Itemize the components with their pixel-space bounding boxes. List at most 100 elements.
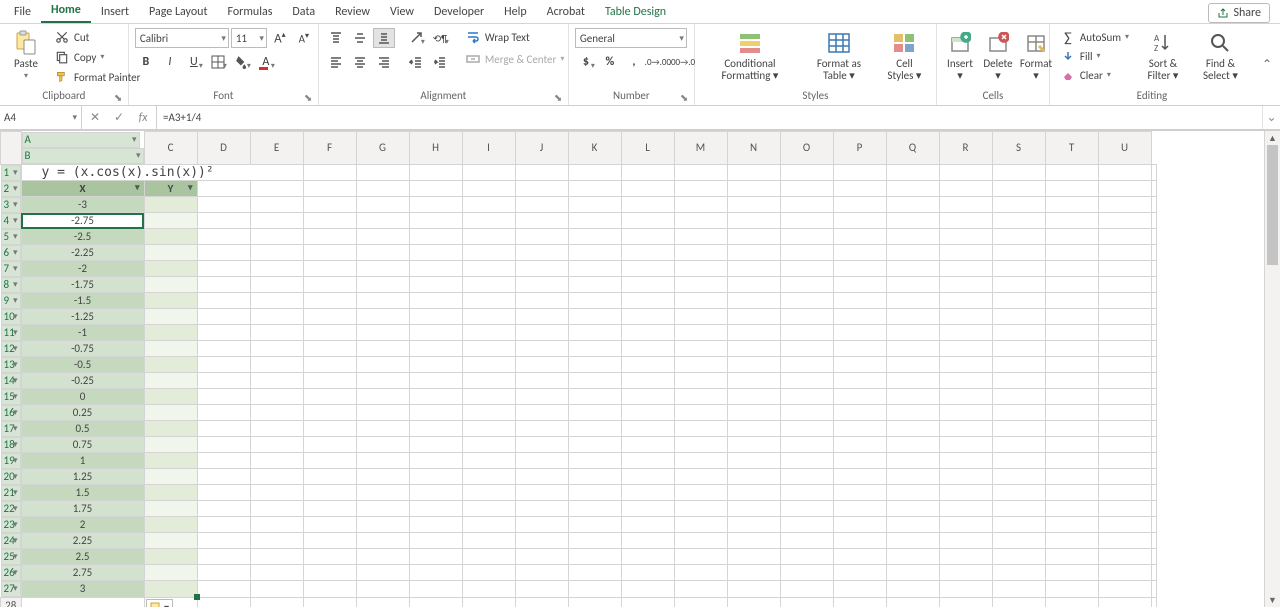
- cell-Q14[interactable]: [939, 373, 992, 389]
- row-header-24[interactable]: 24: [1, 533, 21, 549]
- cell-F1[interactable]: [356, 164, 409, 181]
- cell-E5[interactable]: [303, 229, 356, 245]
- cell-S16[interactable]: [1045, 405, 1098, 421]
- cell-P27[interactable]: [886, 581, 939, 598]
- cell-D8[interactable]: [250, 277, 303, 293]
- cell-S21[interactable]: [1045, 485, 1098, 501]
- cell-T2[interactable]: [1098, 181, 1151, 197]
- cell-L14[interactable]: [674, 373, 727, 389]
- cell-K22[interactable]: [621, 501, 674, 517]
- cell-H23[interactable]: [462, 517, 515, 533]
- cell-G12[interactable]: [409, 341, 462, 357]
- cell-N28[interactable]: [780, 597, 833, 607]
- column-header-N[interactable]: N: [727, 132, 780, 165]
- cell-C25[interactable]: [197, 549, 250, 565]
- cell-O21[interactable]: [833, 485, 886, 501]
- cell-E16[interactable]: [303, 405, 356, 421]
- cell-M25[interactable]: [727, 549, 780, 565]
- cell-K24[interactable]: [621, 533, 674, 549]
- cell-U15[interactable]: [1151, 389, 1156, 405]
- cell-K7[interactable]: [621, 261, 674, 277]
- cell-P2[interactable]: [886, 181, 939, 197]
- cell-N22[interactable]: [780, 501, 833, 517]
- cell-U5[interactable]: [1151, 229, 1156, 245]
- cell-Q3[interactable]: [939, 197, 992, 213]
- cell-S20[interactable]: [1045, 469, 1098, 485]
- cell-H18[interactable]: [462, 437, 515, 453]
- format-cells-button[interactable]: Format▾: [1019, 28, 1053, 84]
- text-direction-icon[interactable]: ⟲¶: [429, 28, 451, 48]
- cell-L16[interactable]: [674, 405, 727, 421]
- cell-C28[interactable]: [197, 597, 250, 607]
- cell-G15[interactable]: [409, 389, 462, 405]
- cell-D25[interactable]: [250, 549, 303, 565]
- cell-L27[interactable]: [674, 581, 727, 598]
- cell-E8[interactable]: [303, 277, 356, 293]
- cell-O27[interactable]: [833, 581, 886, 598]
- cell-B19[interactable]: [144, 453, 197, 469]
- row-header-6[interactable]: 6: [1, 245, 21, 261]
- cell-E12[interactable]: [303, 341, 356, 357]
- name-box[interactable]: A4: [0, 106, 82, 129]
- cell-Q23[interactable]: [939, 517, 992, 533]
- cell-G23[interactable]: [409, 517, 462, 533]
- cell-B6[interactable]: [144, 245, 197, 261]
- cell-F19[interactable]: [356, 453, 409, 469]
- cell-R9[interactable]: [992, 293, 1045, 309]
- cell-A9[interactable]: -1.5: [21, 293, 144, 309]
- cell-B9[interactable]: [144, 293, 197, 309]
- cell-E1[interactable]: [303, 164, 356, 181]
- cell-G6[interactable]: [409, 245, 462, 261]
- cell-F10[interactable]: [356, 309, 409, 325]
- cell-E22[interactable]: [303, 501, 356, 517]
- row-header-3[interactable]: 3: [1, 197, 21, 213]
- row-header-19[interactable]: 19: [1, 453, 21, 469]
- tab-formulas[interactable]: Formulas: [217, 1, 282, 23]
- cell-D13[interactable]: [250, 357, 303, 373]
- cell-F15[interactable]: [356, 389, 409, 405]
- cell-R12[interactable]: [992, 341, 1045, 357]
- cell-R4[interactable]: [992, 213, 1045, 229]
- cell-P28[interactable]: [886, 597, 939, 607]
- cell-R24[interactable]: [992, 533, 1045, 549]
- cell-B20[interactable]: [144, 469, 197, 485]
- cell-D6[interactable]: [250, 245, 303, 261]
- row-header-21[interactable]: 21: [1, 485, 21, 501]
- cell-A28[interactable]: [21, 597, 144, 607]
- cell-A1[interactable]: y = (x.cos(x).sin(x))²: [21, 164, 303, 181]
- cell-T9[interactable]: [1098, 293, 1151, 309]
- column-header-T[interactable]: T: [1045, 132, 1098, 165]
- cell-D3[interactable]: [250, 197, 303, 213]
- cell-H5[interactable]: [462, 229, 515, 245]
- cell-M18[interactable]: [727, 437, 780, 453]
- cell-U2[interactable]: [1151, 181, 1156, 197]
- cell-J25[interactable]: [568, 549, 621, 565]
- cell-F13[interactable]: [356, 357, 409, 373]
- cell-I1[interactable]: [515, 164, 568, 181]
- cell-U10[interactable]: [1151, 309, 1156, 325]
- cell-D17[interactable]: [250, 421, 303, 437]
- paste-button[interactable]: Paste ▾: [6, 28, 46, 83]
- cell-K6[interactable]: [621, 245, 674, 261]
- cell-J13[interactable]: [568, 357, 621, 373]
- cell-N20[interactable]: [780, 469, 833, 485]
- cell-T14[interactable]: [1098, 373, 1151, 389]
- cell-H27[interactable]: [462, 581, 515, 598]
- column-header-S[interactable]: S: [992, 132, 1045, 165]
- cell-P5[interactable]: [886, 229, 939, 245]
- tab-file[interactable]: File: [4, 1, 41, 23]
- cell-N2[interactable]: [780, 181, 833, 197]
- cell-C27[interactable]: [197, 581, 250, 598]
- cell-D19[interactable]: [250, 453, 303, 469]
- cell-S24[interactable]: [1045, 533, 1098, 549]
- cell-I17[interactable]: [515, 421, 568, 437]
- row-header-8[interactable]: 8: [1, 277, 21, 293]
- cell-M4[interactable]: [727, 213, 780, 229]
- cell-G28[interactable]: [409, 597, 462, 607]
- cell-N25[interactable]: [780, 549, 833, 565]
- cell-U18[interactable]: [1151, 437, 1156, 453]
- cell-P1[interactable]: [886, 164, 939, 181]
- cell-F23[interactable]: [356, 517, 409, 533]
- cell-L1[interactable]: [674, 164, 727, 181]
- cell-P19[interactable]: [886, 453, 939, 469]
